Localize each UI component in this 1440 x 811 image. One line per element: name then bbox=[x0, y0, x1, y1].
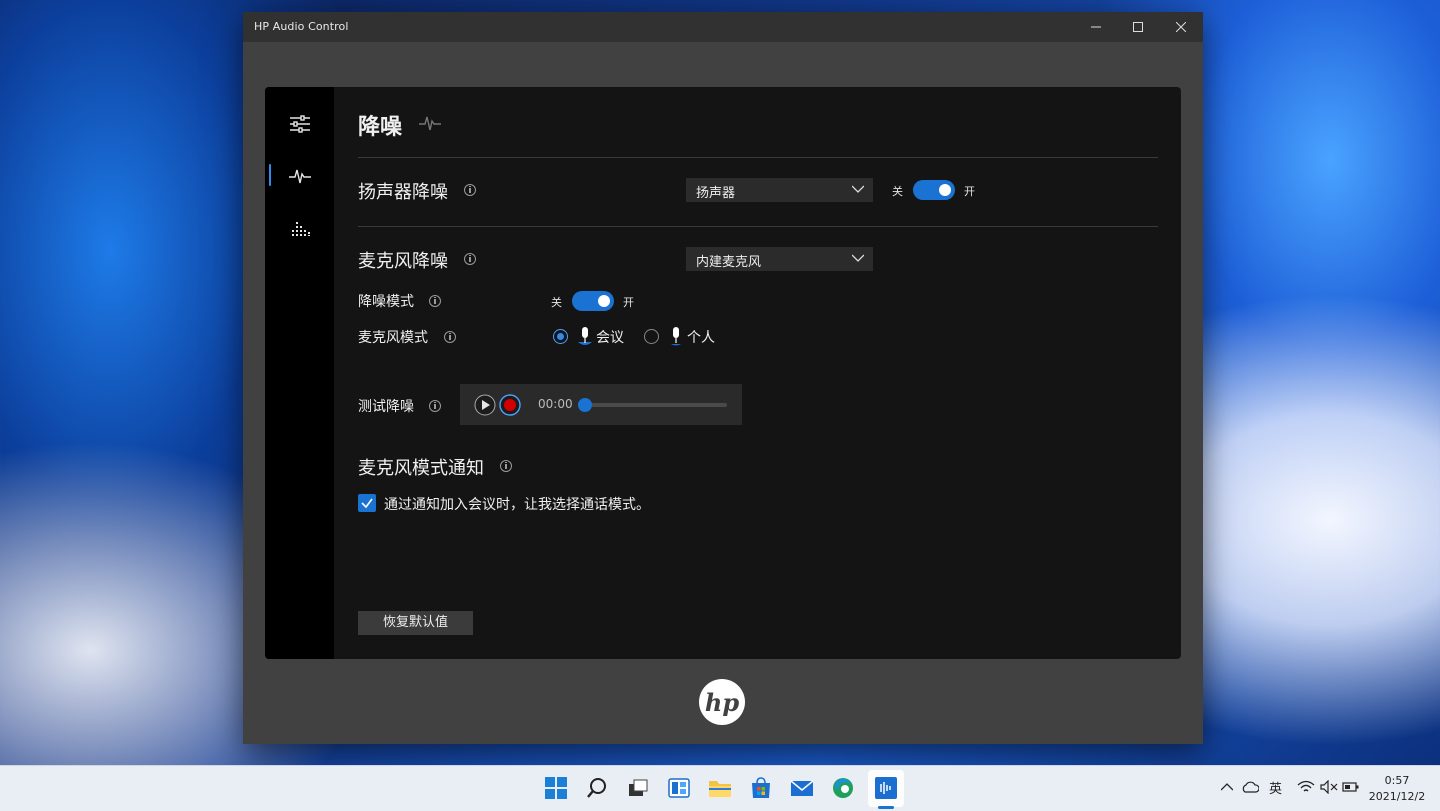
progress-thumb[interactable] bbox=[578, 398, 592, 412]
record-button[interactable] bbox=[499, 394, 521, 420]
speaker-device-select[interactable]: 扬声器 bbox=[686, 178, 873, 202]
chevron-down-icon bbox=[852, 185, 864, 193]
folder-icon bbox=[709, 781, 731, 797]
volume-muted-icon[interactable] bbox=[1320, 780, 1338, 794]
info-icon[interactable] bbox=[444, 331, 456, 343]
mic-nr-heading: 麦克风降噪 bbox=[358, 251, 448, 272]
play-button[interactable] bbox=[474, 394, 496, 420]
clock-date: 2021/12/2 bbox=[1368, 790, 1426, 803]
test-player: 00:00 bbox=[460, 384, 742, 425]
clock-time: 0:57 bbox=[1384, 774, 1410, 787]
audio-app-icon bbox=[875, 777, 897, 799]
radio-meeting[interactable] bbox=[553, 329, 568, 344]
ime-indicator[interactable]: 英 bbox=[1269, 778, 1282, 797]
speaker-nr-toggle[interactable] bbox=[913, 180, 955, 200]
nr-mode-toggle[interactable] bbox=[572, 291, 614, 311]
chevron-down-icon bbox=[852, 254, 864, 262]
chevron-up-icon[interactable] bbox=[1221, 783, 1233, 791]
window-title: HP Audio Control bbox=[254, 20, 349, 33]
mode-option-meeting[interactable]: 会议 bbox=[596, 327, 624, 347]
microphone-icon bbox=[578, 327, 592, 345]
close-button[interactable] bbox=[1159, 12, 1203, 42]
toggle-knob bbox=[939, 184, 951, 196]
radio-personal[interactable] bbox=[644, 329, 659, 344]
speaker-nr-heading: 扬声器降噪 bbox=[358, 182, 448, 203]
mic-device-select[interactable]: 内建麦克风 bbox=[686, 247, 873, 271]
mic-device-value: 内建麦克风 bbox=[696, 255, 762, 270]
nr-toggle-off-label: 关 bbox=[551, 296, 562, 309]
info-icon[interactable] bbox=[500, 460, 512, 472]
divider bbox=[358, 226, 1158, 227]
mail-button[interactable] bbox=[789, 775, 815, 801]
hp-logo: hp bbox=[699, 679, 745, 725]
mail-icon bbox=[790, 780, 814, 796]
cloud-icon[interactable] bbox=[1241, 780, 1259, 794]
minimize-icon bbox=[1091, 26, 1101, 28]
taskbar: 英 0:57 2021/12/2 bbox=[0, 765, 1440, 811]
maximize-button[interactable] bbox=[1116, 12, 1160, 42]
app-window: HP Audio Control 降噪 扬声器降噪 扬声器 关 开 麦克风降噪 … bbox=[243, 12, 1203, 744]
search-icon bbox=[587, 778, 606, 798]
file-explorer-button[interactable] bbox=[707, 775, 733, 801]
waveform-icon bbox=[289, 169, 311, 184]
info-icon[interactable] bbox=[464, 184, 476, 196]
mode-option-personal[interactable]: 个人 bbox=[687, 327, 715, 347]
reset-defaults-button[interactable]: 恢复默认值 bbox=[358, 611, 473, 635]
nr-toggle-on-label: 开 bbox=[623, 296, 634, 309]
notification-checkbox-label[interactable]: 通过通知加入会议时，让我选择通话模式。 bbox=[384, 494, 650, 514]
main-panel: 降噪 扬声器降噪 扬声器 关 开 麦克风降噪 内建麦克风 降噪模式 关 开 麦克… bbox=[265, 87, 1181, 659]
page-title: 降噪 bbox=[358, 115, 403, 140]
progress-track[interactable] bbox=[584, 403, 727, 407]
divider bbox=[358, 157, 1158, 158]
info-icon[interactable] bbox=[429, 295, 441, 307]
content-area: 降噪 扬声器降噪 扬声器 关 开 麦克风降噪 内建麦克风 降噪模式 关 开 麦克… bbox=[358, 87, 1158, 659]
sidebar-item-settings[interactable] bbox=[287, 111, 313, 137]
system-clock[interactable]: 0:57 2021/12/2 bbox=[1362, 773, 1432, 805]
info-icon[interactable] bbox=[429, 400, 441, 412]
microphone-icon bbox=[671, 327, 681, 346]
sidebar-item-noise-reduction[interactable] bbox=[287, 163, 313, 189]
test-time: 00:00 bbox=[538, 397, 573, 411]
sliders-icon bbox=[290, 115, 310, 133]
speaker-device-value: 扬声器 bbox=[696, 186, 736, 201]
hp-audio-taskbar-button[interactable] bbox=[873, 775, 899, 801]
wifi-icon[interactable] bbox=[1297, 780, 1315, 794]
start-button[interactable] bbox=[543, 775, 569, 801]
toggle-knob bbox=[598, 295, 610, 307]
checkmark-icon bbox=[361, 498, 373, 509]
record-icon bbox=[499, 394, 521, 416]
maximize-icon bbox=[1133, 22, 1143, 32]
windows-icon bbox=[545, 777, 567, 799]
close-icon bbox=[1176, 22, 1186, 32]
play-icon bbox=[474, 394, 496, 416]
task-view-icon bbox=[629, 779, 648, 796]
speaker-toggle-on-label: 开 bbox=[964, 185, 975, 198]
sidebar-active-indicator bbox=[269, 164, 271, 186]
search-button[interactable] bbox=[584, 775, 610, 801]
waveform-icon bbox=[419, 116, 441, 131]
widgets-icon bbox=[668, 778, 690, 798]
edge-icon bbox=[833, 778, 853, 798]
mic-mode-label: 麦克风模式 bbox=[358, 330, 428, 346]
equalizer-icon bbox=[292, 222, 310, 236]
taskbar-active-indicator bbox=[878, 806, 894, 809]
title-bar: HP Audio Control bbox=[243, 12, 1203, 42]
task-view-button[interactable] bbox=[625, 775, 651, 801]
sidebar-item-equalizer[interactable] bbox=[287, 215, 313, 241]
sidebar bbox=[265, 87, 334, 659]
nr-mode-label: 降噪模式 bbox=[358, 294, 414, 310]
info-icon[interactable] bbox=[464, 253, 476, 265]
widgets-button[interactable] bbox=[666, 775, 692, 801]
store-icon bbox=[752, 777, 770, 798]
notification-heading: 麦克风模式通知 bbox=[358, 458, 484, 479]
notification-checkbox[interactable] bbox=[358, 494, 376, 512]
speaker-toggle-off-label: 关 bbox=[892, 185, 903, 198]
test-nr-label: 测试降噪 bbox=[358, 399, 414, 415]
battery-icon[interactable] bbox=[1342, 781, 1360, 793]
minimize-button[interactable] bbox=[1074, 12, 1118, 42]
edge-button[interactable] bbox=[830, 775, 856, 801]
store-button[interactable] bbox=[748, 775, 774, 801]
